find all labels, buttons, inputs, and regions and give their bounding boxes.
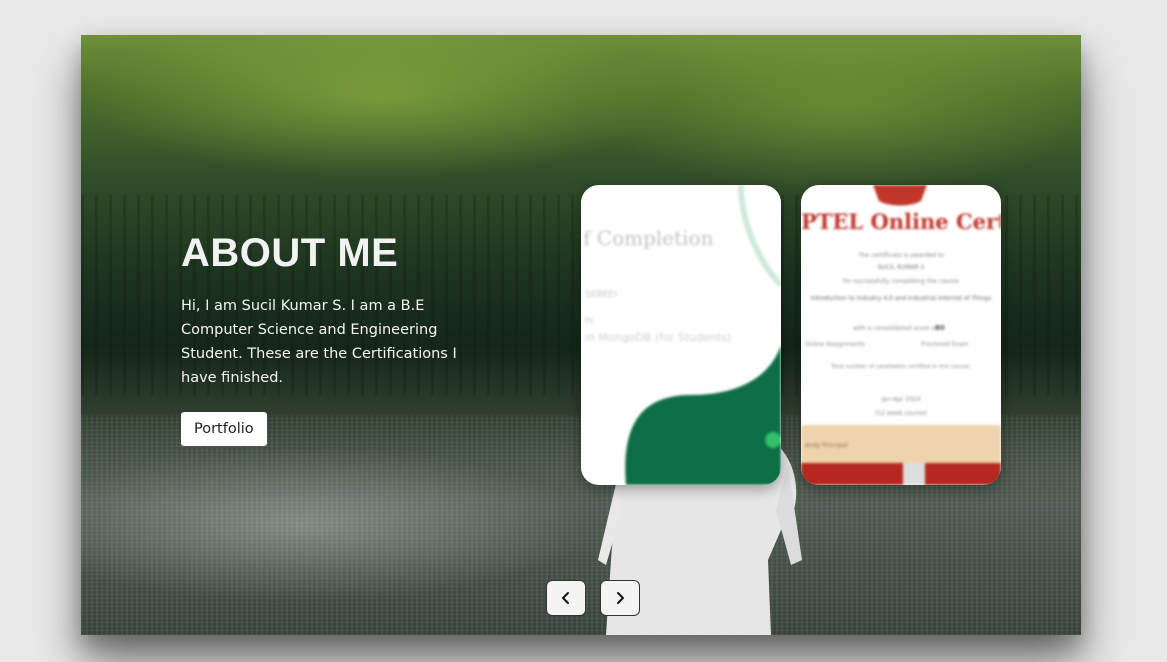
card-2-signatory: Andy Principal [805, 442, 848, 449]
next-slide-button[interactable] [600, 580, 640, 616]
card-1-line-3: in MongoDB (for Students) [585, 331, 731, 344]
card-1-line-1: SEBEEI [585, 290, 617, 300]
card-2-line-2: SUCIL KUMAR S [878, 264, 925, 271]
certificate-card-completion[interactable]: f Completion SEBEEI ts in MongoDB (for S… [581, 185, 781, 485]
card-1-title: f Completion [583, 226, 714, 250]
card-2-line-7: Proctored Exam [921, 341, 969, 348]
hero-slider: ABOUT ME Hi, I am Sucil Kumar S. I am a … [81, 35, 1081, 635]
card-2-line-1: The certificate is awarded to [857, 252, 944, 259]
card-2-line-10: (12 week course) [875, 410, 927, 417]
card-1-line-2: ts [585, 316, 594, 326]
certificate-completion-preview: f Completion SEBEEI ts in MongoDB (for S… [581, 185, 781, 485]
card-2-line-9: Jan-Apr 2024 [881, 396, 921, 403]
card-2-line-8: Total number of candidates certified in … [830, 364, 971, 370]
about-description: Hi, I am Sucil Kumar S. I am a B.E Compu… [181, 298, 457, 386]
previous-slide-button[interactable] [546, 580, 586, 616]
card-2-title: PTEL Online Certifica [801, 209, 1001, 234]
card-2-line-3: for successfully completing the course [843, 278, 959, 285]
card-2-score: 80 [935, 324, 945, 332]
card-2-line-5: with a consolidated score of [853, 325, 938, 332]
chevron-right-icon [617, 592, 624, 604]
about-heading: ABOUT ME [181, 231, 399, 275]
about-section: ABOUT ME Hi, I am Sucil Kumar S. I am a … [181, 231, 471, 446]
portfolio-button[interactable]: Portfolio [181, 412, 267, 446]
chevron-left-icon [562, 592, 569, 604]
nptel-certificate-preview: PTEL Online Certifica The certificate is… [801, 185, 1001, 485]
card-2-line-6: Online Assignments [805, 341, 865, 348]
card-2-line-4: Introduction to Industry 4.0 and Industr… [811, 295, 992, 302]
certificate-card-nptel[interactable]: PTEL Online Certifica The certificate is… [801, 185, 1001, 485]
